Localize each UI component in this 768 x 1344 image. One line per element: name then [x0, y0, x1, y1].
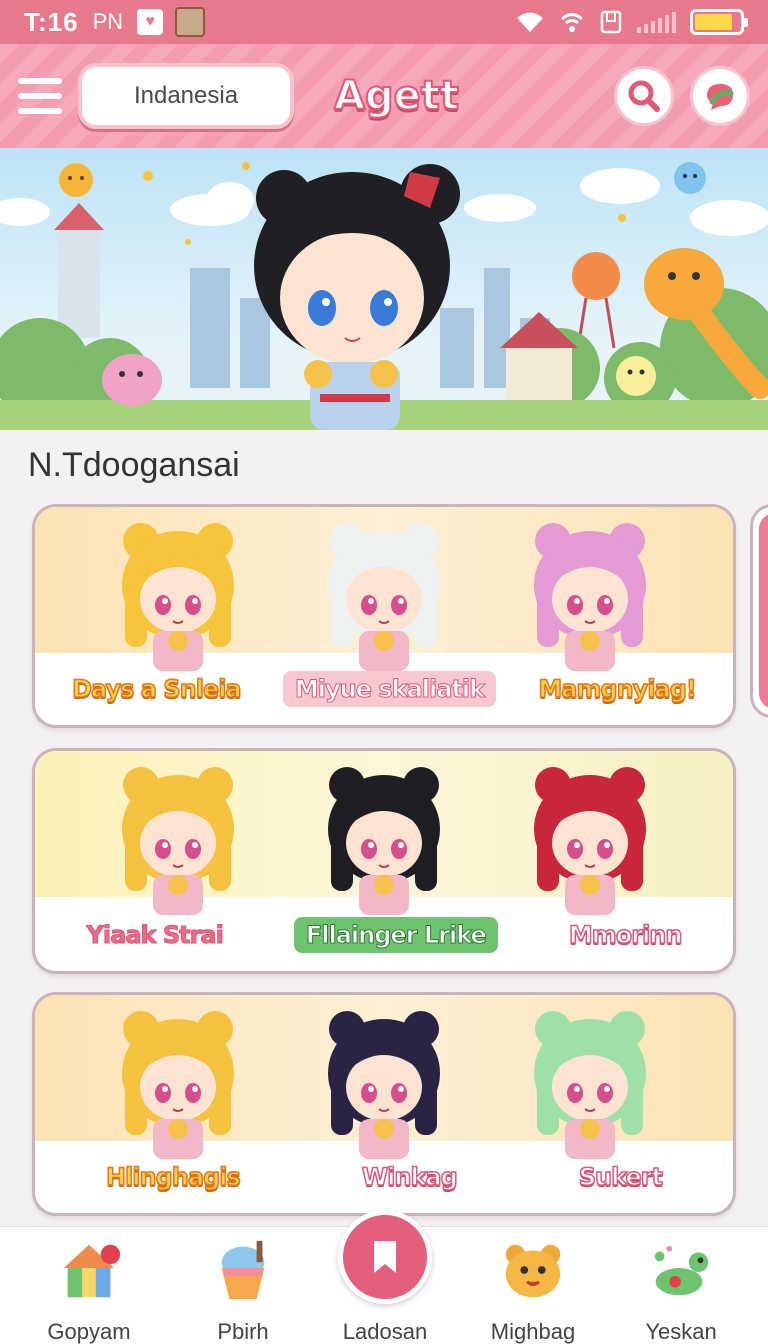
chat-icon [707, 84, 734, 110]
status-ampm: PN [92, 9, 124, 34]
character-card[interactable]: Days a Snleia Miyue skaliatik Mamgnyiag! [32, 504, 736, 728]
pink-creature [102, 354, 162, 406]
next-card-peek[interactable] [750, 504, 768, 718]
character-name: Mmorinn [568, 920, 683, 950]
character-card[interactable]: Hlinghagis Winkag Sukert [32, 992, 736, 1216]
bear-icon [505, 1244, 561, 1298]
character-name: Days a Snleia [71, 674, 242, 704]
menu-button[interactable] [18, 78, 62, 114]
character-avatar[interactable] [515, 507, 665, 677]
character-name: Miyue skaliatik [282, 671, 497, 707]
signal-icon [637, 11, 676, 33]
nav-item-yeskan[interactable]: Yeskan [606, 1227, 756, 1344]
nav-item-pbirh[interactable]: Pbirh [168, 1227, 318, 1344]
banner-illustration [0, 162, 768, 430]
battery-icon [690, 9, 748, 35]
search-button[interactable] [614, 66, 674, 126]
character-avatar[interactable] [309, 751, 459, 921]
app-header: Indanesia Agett [0, 44, 768, 148]
character-card[interactable]: Yiaak Strai Fllainger Lrike Mmorinn [32, 748, 736, 974]
house-icon [63, 1244, 121, 1298]
nav-label-ladosan: Ladosan [342, 1319, 428, 1344]
character-labels: Hlinghagis Winkag Sukert [35, 1159, 733, 1195]
hero-banner[interactable] [0, 148, 768, 430]
character-labels: Days a Snleia Miyue skaliatik Mamgnyiag! [35, 671, 733, 707]
character-name: Winkag [361, 1162, 459, 1192]
wifi-icon [517, 12, 543, 32]
shaved-ice-icon [221, 1240, 265, 1300]
nav-label-yeskan: Yeskan [645, 1319, 717, 1344]
character-row [35, 995, 733, 1165]
character-name: Mamgnyiag! [538, 674, 698, 704]
character-avatar[interactable] [309, 995, 459, 1165]
character-labels: Yiaak Strai Fllainger Lrike Mmorinn [35, 917, 733, 953]
search-icon [628, 80, 660, 112]
sun-icon [59, 163, 93, 197]
nav-label-gopyam: Gopyam [47, 1319, 131, 1344]
chat-button[interactable] [690, 66, 750, 126]
character-name: Yiaak Strai [86, 921, 224, 950]
app-notification-icon [175, 7, 206, 37]
notification-icon: ♥ [137, 9, 164, 35]
character-avatar[interactable] [103, 751, 253, 921]
character-name: Sukert [578, 1162, 664, 1192]
character-avatar[interactable] [103, 995, 253, 1165]
status-time: T:16 [24, 6, 79, 37]
status-bar: T:16 PN ♥ [0, 0, 768, 44]
wifi-signal-icon [560, 13, 584, 32]
dinosaur-icon [654, 1245, 709, 1296]
character-row [35, 507, 733, 677]
region-selector[interactable]: Indanesia [78, 63, 294, 129]
character-avatar[interactable] [309, 507, 459, 677]
section-title: N.Tdoogansai [28, 446, 240, 484]
character-name: Hlinghagis [105, 1162, 241, 1192]
character-name: Fllainger Lrike [293, 917, 498, 953]
nav-item-gopyam[interactable]: Gopyam [14, 1227, 164, 1344]
character-row [35, 751, 733, 921]
bookmark-icon [374, 1241, 396, 1273]
nav-item-mighbag[interactable]: Mighbag [458, 1227, 608, 1344]
app-title: Agett [333, 72, 460, 120]
character-avatar[interactable] [103, 507, 253, 677]
bookmark-button[interactable] [338, 1210, 432, 1304]
tower [58, 228, 100, 338]
character-avatar[interactable] [515, 995, 665, 1165]
nav-label-mighbag: Mighbag [490, 1319, 576, 1344]
battery-level [695, 14, 733, 30]
nav-label-pbirh: Pbirh [217, 1319, 269, 1344]
hero-character [254, 164, 460, 430]
character-avatar[interactable] [515, 751, 665, 921]
sim-icon [600, 10, 622, 34]
blue-sun-icon [674, 162, 706, 194]
house [500, 312, 578, 406]
yellow-creature [616, 356, 656, 396]
